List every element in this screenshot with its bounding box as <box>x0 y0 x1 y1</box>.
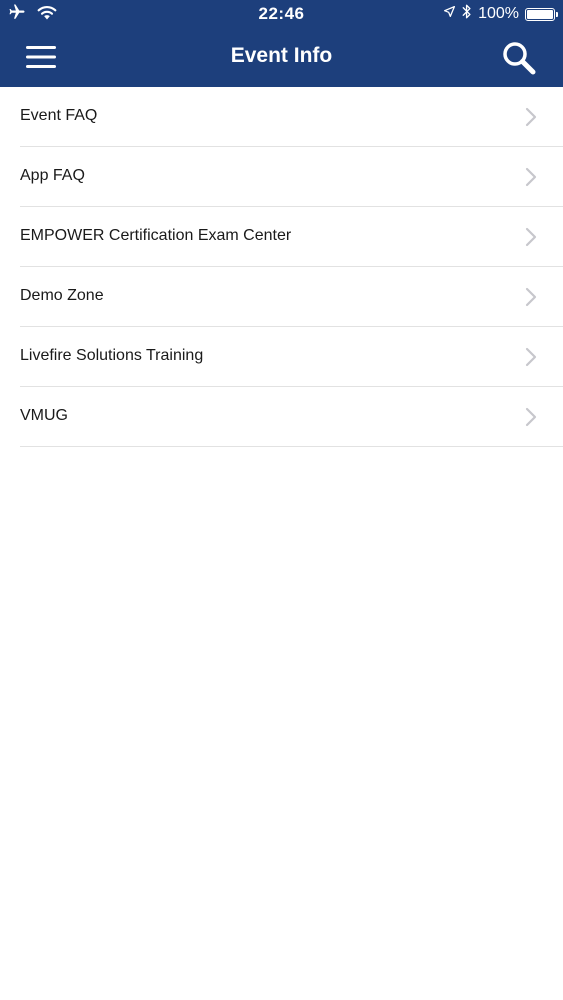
event-info-screen: 22:46 100% Event Info Event FAQ App FAQ … <box>0 0 563 1000</box>
list-item-4[interactable]: Livefire Solutions Training <box>20 327 563 387</box>
battery-icon <box>525 7 558 21</box>
list-item-0[interactable]: Event FAQ <box>20 87 563 147</box>
location-arrow-icon <box>443 5 456 23</box>
chevron-right-icon <box>525 347 537 367</box>
list-item-label: App FAQ <box>20 167 85 184</box>
chevron-right-icon <box>525 407 537 427</box>
chevron-right-icon <box>525 227 537 247</box>
chevron-right-icon <box>525 287 537 307</box>
list-item-label: VMUG <box>20 407 68 424</box>
page-title: Event Info <box>230 44 333 67</box>
status-bar: 22:46 100% <box>0 0 563 28</box>
list-item-label: Event FAQ <box>20 107 98 124</box>
search-button[interactable] <box>501 40 537 76</box>
list-item-label: Demo Zone <box>20 287 104 304</box>
status-right: 100% <box>443 3 558 25</box>
navigation-bar: Event Info <box>0 28 563 87</box>
list-item-3[interactable]: Demo Zone <box>20 267 563 327</box>
bluetooth-icon <box>462 3 472 25</box>
list-item-label: Livefire Solutions Training <box>20 347 204 364</box>
chevron-right-icon <box>525 167 537 187</box>
header: 22:46 100% Event Info <box>0 0 563 87</box>
event-info-list: Event FAQ App FAQ EMPOWER Certification … <box>0 87 563 447</box>
list-item-1[interactable]: App FAQ <box>20 147 563 207</box>
search-icon <box>503 42 536 75</box>
chevron-right-icon <box>525 107 537 127</box>
list-item-label: EMPOWER Certification Exam Center <box>20 227 292 244</box>
list-item-5[interactable]: VMUG <box>20 387 563 447</box>
list-item-2[interactable]: EMPOWER Certification Exam Center <box>20 207 563 267</box>
battery-level-fill <box>527 9 553 19</box>
battery-percent: 100% <box>478 5 519 22</box>
